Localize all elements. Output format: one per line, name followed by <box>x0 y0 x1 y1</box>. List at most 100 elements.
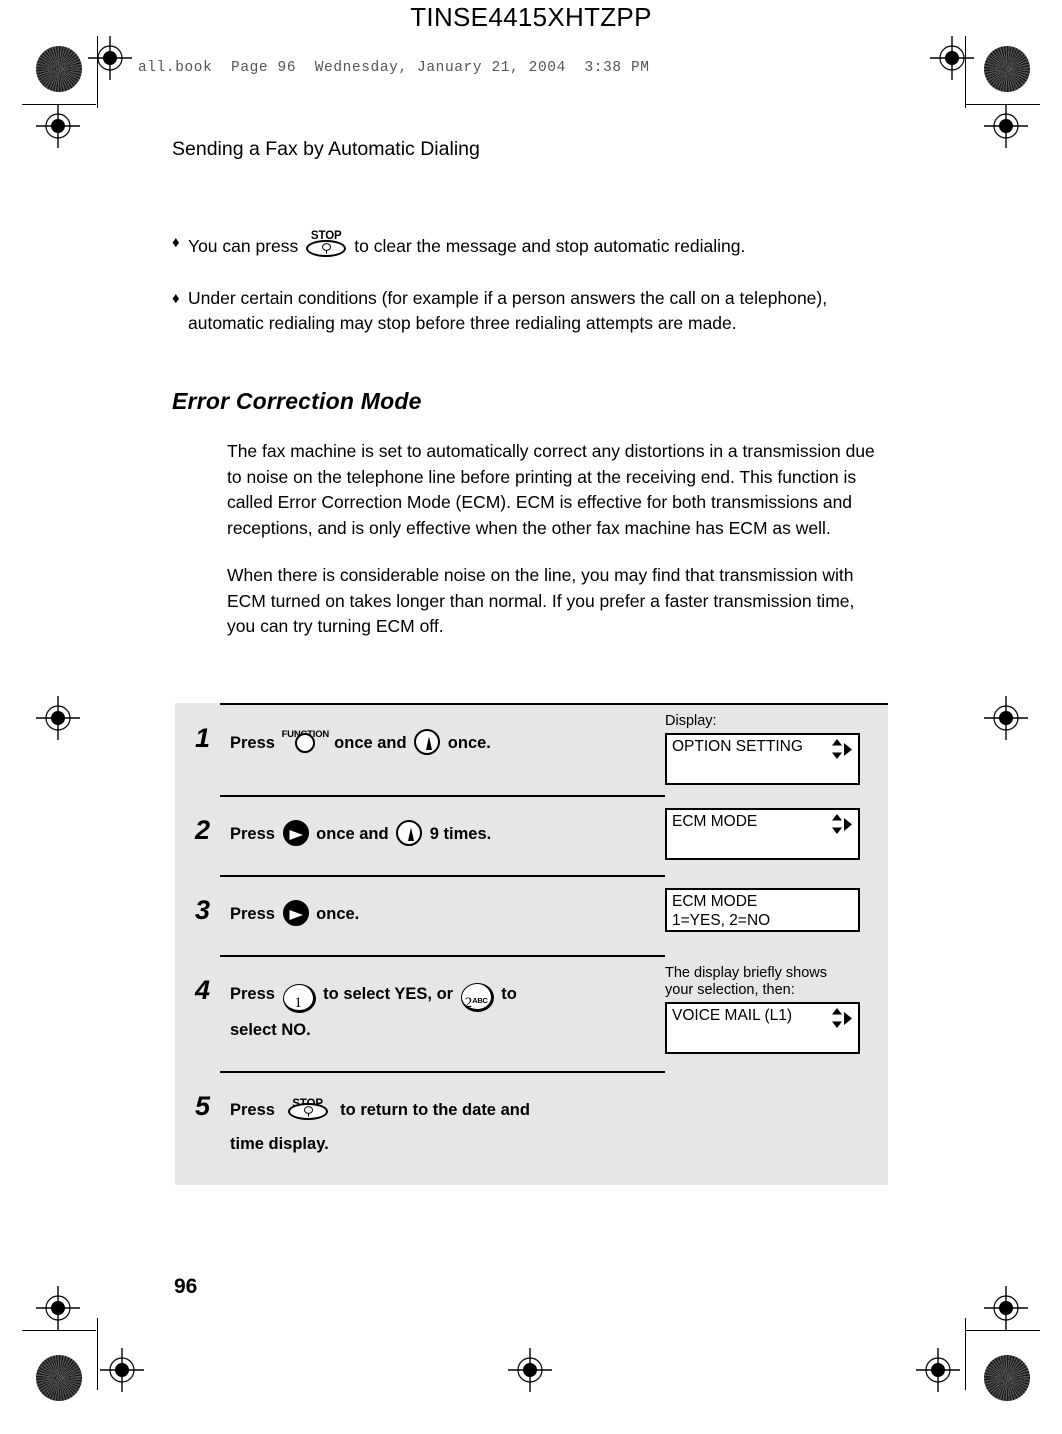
keypad-key-2-icon: 2ABC <box>460 983 494 1012</box>
step-text-part: time display. <box>230 1135 329 1153</box>
registration-starburst-icon <box>984 1355 1030 1401</box>
registration-target-icon <box>508 1348 552 1392</box>
step-row: 3 Press once. ECM MODE 1=YES, 2=NO <box>175 875 888 955</box>
step-row: 2 Press once and 9 times. ECM MODE <box>175 795 888 875</box>
step-text: Press 1 to select YES, or 2ABC to select… <box>230 969 665 1057</box>
updown-right-arrows-icon <box>831 1007 853 1031</box>
page-number: 96 <box>174 1275 198 1298</box>
lcd-display: ECM MODE <box>665 808 860 860</box>
registration-target-icon <box>36 696 80 740</box>
step-row: 1 Press FUNCTION once and once. Display:… <box>175 703 888 795</box>
step-display-cell: Display: OPTION SETTING <box>665 703 888 795</box>
lcd-display: OPTION SETTING <box>665 733 860 785</box>
registration-target-icon <box>916 1348 960 1392</box>
running-head: Sending a Fax by Automatic Dialing <box>172 138 480 160</box>
step-number: 2 <box>195 815 211 845</box>
step-number: 3 <box>195 895 211 925</box>
step-row: 4 Press 1 to select YES, or 2ABC to sele… <box>175 955 888 1071</box>
registration-target-icon <box>36 104 80 148</box>
down-arrow-button-icon <box>414 729 441 755</box>
lcd-display: VOICE MAIL (L1) <box>665 1002 860 1054</box>
registration-target-icon <box>984 696 1028 740</box>
step-display-cell: ECM MODE <box>665 795 888 875</box>
step-text: Press once and 9 times. <box>230 809 665 861</box>
lcd-line: 1=YES, 2=NO <box>672 912 771 929</box>
registration-target-icon <box>100 1348 144 1392</box>
registration-starburst-icon <box>36 46 82 92</box>
stop-button-icon: STOP <box>301 230 351 260</box>
lcd-display: ECM MODE 1=YES, 2=NO <box>665 888 860 932</box>
lcd-line: ECM MODE <box>672 813 758 830</box>
keypad-key-number: 1 <box>294 995 302 1011</box>
keypad-key-letters: ABC <box>472 996 488 1005</box>
lcd-line: VOICE MAIL (L1) <box>672 1007 793 1024</box>
step-text-part: select NO. <box>230 1021 311 1039</box>
bullet-marker: ♦ <box>172 234 180 251</box>
step-number: 1 <box>195 723 211 753</box>
step-text-part: once. <box>447 734 491 752</box>
crop-mark-line <box>965 36 966 108</box>
lcd-line: ECM MODE <box>672 893 758 910</box>
updown-right-arrows-icon <box>831 738 853 762</box>
updown-right-arrows-icon <box>831 813 853 837</box>
crop-mark-line <box>22 1330 96 1331</box>
step-text-part: Press <box>230 905 275 923</box>
registration-starburst-icon <box>984 46 1030 92</box>
crop-mark-line <box>22 104 96 105</box>
step-text-part: once and <box>334 734 407 752</box>
bullet-text: You can press STOP to clear the message an… <box>188 230 892 260</box>
function-button-icon: FUNCTION <box>282 725 329 755</box>
step-text-part: to return to the date and <box>340 1101 530 1119</box>
stop-icon-glyph <box>303 1106 313 1117</box>
step-text: Press once. <box>230 889 665 941</box>
step-text-part: 9 times. <box>429 825 492 843</box>
bullet-item: ♦ Under certain conditions (for example … <box>172 286 892 336</box>
step-text-part: once and <box>316 825 389 843</box>
crop-mark-line <box>966 104 1040 105</box>
crop-mark-line <box>966 1330 1040 1331</box>
step-text-part: Press <box>230 1101 275 1119</box>
bullet-item: ♦ You can press STOP to clear the message … <box>172 230 892 260</box>
bullet-text-before: You can press <box>188 236 299 256</box>
crop-mark-line <box>97 36 98 108</box>
file-header-line: all.book Page 96 Wednesday, January 21, … <box>138 60 650 76</box>
keypad-key-1-icon: 1 <box>282 984 316 1013</box>
right-arrow-button-icon <box>282 900 309 926</box>
crop-mark-line <box>97 1318 98 1390</box>
step-number: 5 <box>195 1091 211 1121</box>
step-text: Press FUNCTION once and once. <box>230 717 665 770</box>
step-text-part: once. <box>316 905 360 923</box>
step-text: Press STOP to return to the date and tim… <box>230 1085 665 1171</box>
registration-target-icon <box>930 36 974 80</box>
step-number: 4 <box>195 975 211 1005</box>
registration-target-icon <box>984 1286 1028 1330</box>
bullet-marker: ♦ <box>172 290 180 307</box>
crop-mark-line <box>965 1318 966 1390</box>
procedure-steps-panel: 1 Press FUNCTION once and once. Display:… <box>175 703 888 1185</box>
right-arrow-button-icon <box>282 820 309 846</box>
step-display-cell: The display briefly shows your selection… <box>665 955 888 1071</box>
display-label: The display briefly shows your selection… <box>665 965 827 998</box>
step-text-part: to <box>501 985 517 1003</box>
step-text-part: to select YES, or <box>323 985 454 1003</box>
lcd-line: OPTION SETTING <box>672 738 803 755</box>
step-instruction-cell: 2 Press once and 9 times. <box>175 795 665 875</box>
step-row: 5 Press STOP to return to the date and t… <box>175 1071 888 1185</box>
step-instruction-cell: 1 Press FUNCTION once and once. <box>175 703 665 795</box>
step-text-part: Press <box>230 825 275 843</box>
step-display-cell: ECM MODE 1=YES, 2=NO <box>665 875 888 955</box>
display-label: Display: <box>665 713 717 729</box>
registration-target-icon <box>36 1286 80 1330</box>
step-text-part: Press <box>230 985 275 1003</box>
step-text-part: Press <box>230 734 275 752</box>
stop-icon-glyph <box>322 243 332 254</box>
registration-starburst-icon <box>36 1355 82 1401</box>
step-display-cell <box>665 1071 888 1185</box>
step-instruction-cell: 4 Press 1 to select YES, or 2ABC to sele… <box>175 955 665 1071</box>
step-instruction-cell: 3 Press once. <box>175 875 665 955</box>
step-instruction-cell: 5 Press STOP to return to the date and t… <box>175 1071 665 1185</box>
registration-target-icon <box>984 104 1028 148</box>
section-paragraph: When there is considerable noise on the … <box>227 565 855 636</box>
bullet-text: Under certain conditions (for example if… <box>188 288 828 333</box>
section-title: Error Correction Mode <box>172 388 422 414</box>
